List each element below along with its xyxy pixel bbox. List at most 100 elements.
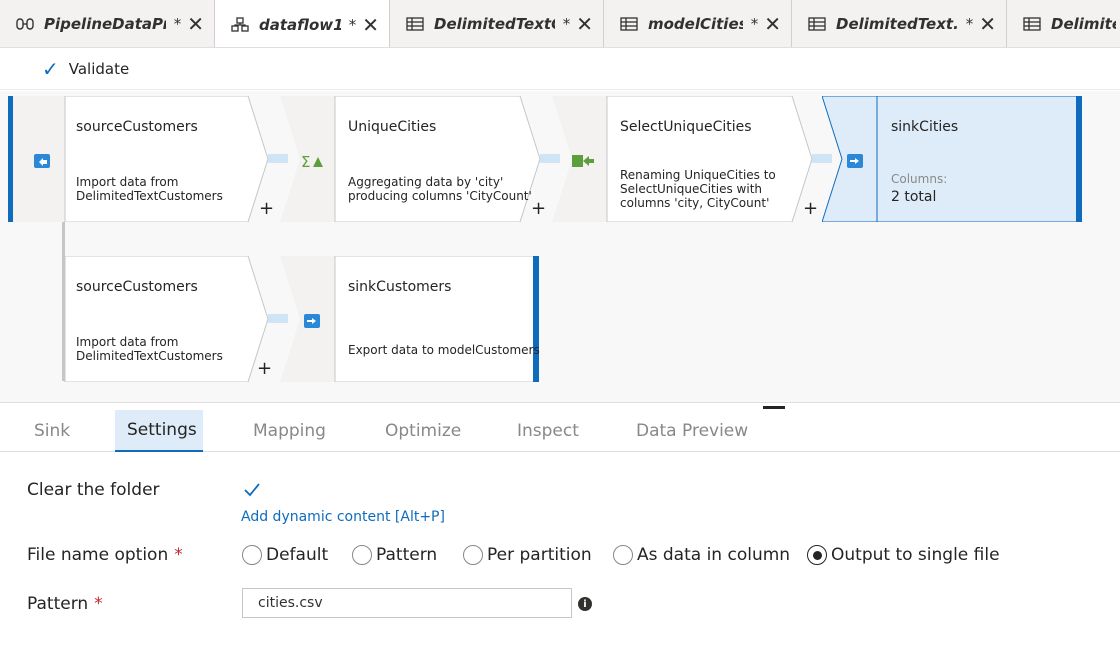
node-title: sinkCities: [891, 119, 959, 135]
tab-delimitedtextcities[interactable]: DelimitedText... * ✕: [792, 0, 1007, 47]
columns-label: Columns:: [891, 172, 948, 186]
tab-label: Mapping: [253, 421, 326, 441]
clear-folder-label: Clear the folder: [27, 480, 160, 500]
tab-settings[interactable]: Settings: [115, 410, 203, 452]
sink-icon: [302, 312, 322, 330]
tab-label: Delimited: [1051, 15, 1116, 33]
table-icon: [406, 17, 424, 31]
columns-value: 2 total: [891, 189, 937, 205]
node-source-customers[interactable]: sourceCustomers Import data from Delimit…: [8, 96, 274, 222]
node-title: sinkCustomers: [348, 279, 452, 295]
svg-text:Σ: Σ: [301, 153, 310, 170]
radio-label: Default: [266, 545, 329, 565]
tab-label: Data Preview: [636, 421, 749, 441]
add-transform-button[interactable]: +: [803, 198, 818, 219]
close-icon[interactable]: ✕: [187, 12, 204, 36]
tab-pipelinedataprocessing[interactable]: PipelineDataPr... * ✕: [0, 0, 215, 47]
table-icon: [1023, 17, 1041, 31]
node-title: SelectUniqueCities: [620, 119, 752, 135]
tab-label: Settings: [127, 420, 197, 440]
radio-circle: [463, 545, 483, 565]
node-unique-cities[interactable]: Σ UniqueCities Aggregating data by 'city…: [280, 96, 546, 222]
close-icon[interactable]: ✕: [764, 12, 781, 36]
radio-circle: [352, 545, 372, 565]
document-tab-bar: PipelineDataPr... * ✕ dataflow1 * ✕ Deli…: [0, 0, 1120, 48]
property-tab-bar: Sink Settings Mapping Optimize Inspect D…: [0, 410, 1120, 452]
add-transform-button[interactable]: +: [259, 198, 274, 219]
dataflow-icon: [231, 16, 249, 33]
radio-dot: [812, 550, 822, 560]
node-sink-cities[interactable]: sinkCities Columns: 2 total: [822, 96, 1086, 222]
node-description: Aggregating data by 'city' producing col…: [348, 175, 532, 203]
modified-indicator: *: [965, 15, 974, 33]
close-icon[interactable]: ✕: [979, 12, 996, 36]
table-icon: [620, 17, 638, 31]
source-icon: [32, 152, 52, 170]
node-description: Renaming UniqueCities to SelectUniqueCit…: [620, 168, 776, 210]
modified-indicator: *: [562, 15, 571, 33]
pattern-label: Pattern *: [27, 594, 103, 614]
tab-dataflow1[interactable]: dataflow1 * ✕: [215, 0, 390, 47]
close-icon[interactable]: ✕: [576, 12, 593, 36]
radio-circle-selected: [807, 545, 827, 565]
radio-label: Per partition: [487, 545, 592, 565]
tab-label: Inspect: [517, 421, 579, 441]
radio-output-to-single-file[interactable]: Output to single file: [807, 545, 1000, 565]
sink-icon: [845, 152, 865, 170]
pipeline-icon: [16, 17, 34, 31]
radio-default[interactable]: Default: [242, 545, 328, 565]
validate-button[interactable]: ✓ Validate: [42, 57, 129, 81]
file-name-option-label: File name option *: [27, 545, 183, 565]
pattern-input[interactable]: cities.csv: [242, 588, 572, 618]
tab-inspect[interactable]: Inspect: [505, 410, 591, 452]
required-indicator: *: [174, 545, 183, 565]
node-source-customers-branch[interactable]: sourceCustomers Import data from Delimit…: [8, 256, 272, 382]
table-icon: [808, 17, 826, 31]
tab-label: DelimitedTextC...: [434, 15, 555, 33]
tab-sink[interactable]: Sink: [22, 410, 82, 452]
modified-indicator: *: [348, 15, 357, 34]
radio-label: Pattern: [376, 545, 438, 565]
radio-as-data-in-column[interactable]: As data in column: [613, 545, 790, 565]
tab-label: modelCities: [648, 15, 743, 33]
node-select-unique-cities[interactable]: SelectUniqueCities Renaming UniqueCities…: [552, 96, 818, 222]
modified-indicator: *: [750, 15, 759, 33]
validate-label: Validate: [68, 59, 130, 78]
radio-label: Output to single file: [831, 545, 1000, 565]
close-icon[interactable]: ✕: [362, 13, 379, 37]
node-sink-customers[interactable]: sinkCustomers Export data to modelCustom…: [280, 256, 542, 382]
tab-label: Optimize: [385, 421, 462, 441]
tab-label: dataflow1: [259, 15, 341, 34]
radio-pattern[interactable]: Pattern: [352, 545, 437, 565]
radio-label: As data in column: [637, 545, 791, 565]
radio-circle: [613, 545, 633, 565]
node-description: Import data from DelimitedTextCustomers: [76, 335, 223, 363]
tab-label: Sink: [34, 421, 71, 441]
modified-indicator: *: [173, 15, 182, 33]
pattern-value: cities.csv: [258, 595, 323, 611]
radio-per-partition[interactable]: Per partition: [463, 545, 592, 565]
tab-delimited[interactable]: Delimited: [1007, 0, 1120, 47]
info-icon[interactable]: i: [578, 597, 592, 611]
aggregate-icon: Σ: [301, 152, 323, 171]
tab-data-preview[interactable]: Data Preview: [624, 410, 760, 452]
tab-optimize[interactable]: Optimize: [373, 410, 473, 452]
tab-label: PipelineDataPr...: [44, 15, 166, 33]
add-transform-button[interactable]: +: [257, 358, 272, 379]
tab-delimitedtextcustomers[interactable]: DelimitedTextC... * ✕: [390, 0, 604, 47]
tab-mapping[interactable]: Mapping: [241, 410, 338, 452]
radio-circle: [242, 545, 262, 565]
panel-resize-handle[interactable]: [763, 406, 785, 409]
checkmark-icon: ✓: [42, 56, 59, 81]
required-indicator: *: [94, 594, 103, 614]
node-title: sourceCustomers: [76, 119, 198, 135]
label-text: File name option: [27, 545, 169, 565]
node-description: Export data to modelCustomers: [348, 343, 540, 357]
add-transform-button[interactable]: +: [531, 198, 546, 219]
dataflow-canvas[interactable]: sourceCustomers Import data from Delimit…: [0, 91, 1120, 403]
tab-modelcities[interactable]: modelCities * ✕: [604, 0, 792, 47]
add-dynamic-content-link[interactable]: Add dynamic content [Alt+P]: [241, 509, 445, 525]
clear-folder-checkbox[interactable]: [242, 480, 262, 500]
node-description: Import data from DelimitedTextCustomers: [76, 175, 223, 203]
node-title: sourceCustomers: [76, 279, 198, 295]
